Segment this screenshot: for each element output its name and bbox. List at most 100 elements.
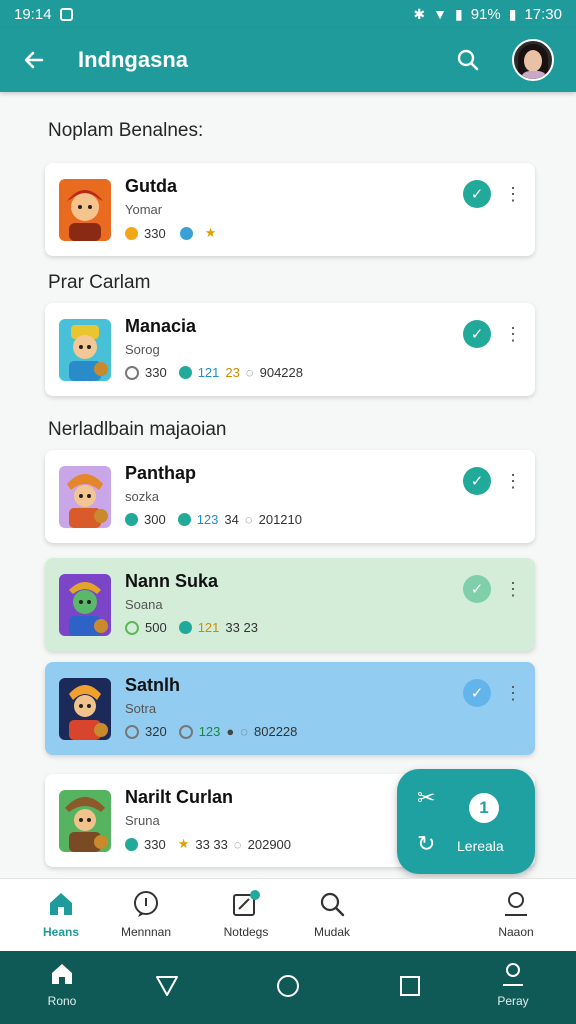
nav-item-home[interactable]: Heans <box>16 887 106 939</box>
game-thumbnail <box>59 574 111 636</box>
stat-value: 123 <box>198 724 221 739</box>
battery-percent: 91% <box>470 5 501 23</box>
list-item[interactable]: Nann Suka Soana 500 121 33 23 ✓ ⋮ <box>45 558 535 651</box>
game-thumbnail <box>59 319 111 381</box>
main-content[interactable]: Noplam Benalnes: Gutda Yomar 330 ★ ✓ ⋮ P… <box>0 92 576 878</box>
section-title: Nerladlbain majaoian <box>48 419 227 440</box>
more-options-icon[interactable]: ⋮ <box>503 180 523 208</box>
stat-value: 33 23 <box>225 620 258 635</box>
system-profile-button[interactable]: Peray <box>478 961 548 1008</box>
nav-label: Heans <box>42 925 80 939</box>
card-title: Panthap <box>125 463 197 483</box>
coin-icon <box>125 226 138 240</box>
avatar[interactable] <box>512 39 554 81</box>
fab-label: Lereala <box>457 838 504 854</box>
nav-label: Naaon <box>498 925 534 939</box>
list-item[interactable]: Satnlh Sotra 320 123 ● ◌ 802228 ✓ ⋮ <box>45 662 535 755</box>
card-subtitle: Yomar <box>125 202 163 217</box>
list-item[interactable]: Manacia Sorog 330 121 23 ◌ 904228 ✓ ⋮ <box>45 303 535 396</box>
bomb-icon: ● <box>226 724 235 739</box>
system-home-circle-button[interactable] <box>253 973 323 1004</box>
back-triangle-icon <box>156 976 178 996</box>
card-title: Satnlh <box>125 675 181 695</box>
more-options-icon[interactable]: ⋮ <box>503 467 523 495</box>
check-button[interactable]: ✓ <box>463 320 491 348</box>
check-button[interactable]: ✓ <box>463 180 491 208</box>
list-item[interactable]: Gutda Yomar 330 ★ ✓ ⋮ <box>45 163 535 256</box>
stat-value: 121 <box>197 620 220 635</box>
person-icon <box>503 963 523 986</box>
nav-item-notes[interactable]: Notdegs <box>201 887 291 939</box>
location-icon: ◌ <box>240 724 248 739</box>
tools-icon[interactable]: ✂ <box>417 785 435 811</box>
nav-item-search[interactable]: Mudak <box>287 887 377 939</box>
gem-icon <box>125 837 138 851</box>
target-icon <box>178 724 193 739</box>
check-button[interactable]: ✓ <box>463 575 491 603</box>
gem-icon <box>125 513 138 526</box>
card-title: Manacia <box>125 316 197 336</box>
status-bar: 19:14 ✱ ▼ ▮ 91% ▮ 17:30 <box>0 0 576 28</box>
card-subtitle: Soana <box>125 597 163 612</box>
nav-item-messages[interactable]: Mennnan <box>101 887 191 939</box>
stat-value: 330 <box>144 836 166 852</box>
stat-value: 500 <box>145 620 167 635</box>
floating-action-panel[interactable]: ✂ ↻ 1 Lereala <box>397 769 535 874</box>
game-thumbnail <box>59 466 111 528</box>
card-subtitle: sozka <box>125 489 159 504</box>
list-item[interactable]: Panthap sozka 300 123 34 ◌ 201210 ✓ ⋮ <box>45 450 535 543</box>
gem-icon <box>179 226 193 240</box>
target-icon <box>125 620 139 635</box>
location-icon: ◌ <box>233 836 242 852</box>
refresh-icon[interactable]: ↻ <box>417 831 435 857</box>
back-button[interactable] <box>14 40 54 80</box>
system-nav-label: Peray <box>497 994 529 1008</box>
nav-label: Notdegs <box>223 925 269 939</box>
message-icon <box>134 891 158 917</box>
arrow-left-icon <box>24 51 44 69</box>
stat-value: 202900 <box>247 836 292 852</box>
search-button[interactable] <box>450 42 486 78</box>
location-icon: ◌ <box>245 365 254 380</box>
bluetooth-icon: ✱ <box>413 5 426 22</box>
location-icon: ◌ <box>244 512 253 527</box>
gem-icon <box>178 621 192 634</box>
stat-value: 34 <box>224 512 239 527</box>
square-recents-icon <box>400 976 420 996</box>
more-options-icon[interactable]: ⋮ <box>503 679 523 707</box>
nav-label: Mudak <box>313 925 351 939</box>
system-home-button[interactable]: Rono <box>27 961 97 1008</box>
more-options-icon[interactable]: ⋮ <box>503 320 523 348</box>
circle-home-icon <box>277 975 299 997</box>
system-recents-button[interactable] <box>375 973 445 1004</box>
bottom-navigation: Heans Mennnan Notdegs Mudak Naaon <box>0 878 576 951</box>
signal-icon: ▮ <box>454 5 463 22</box>
stat-value: 33 33 <box>195 836 228 852</box>
app-bar: Indngasna <box>0 28 576 92</box>
section-title: Prar Carlam <box>48 272 151 293</box>
stat-value: 330 <box>145 365 167 380</box>
more-options-icon[interactable]: ⋮ <box>503 575 523 603</box>
page-title: Indngasna <box>78 47 189 72</box>
stat-value: 121 <box>197 365 220 380</box>
check-button[interactable]: ✓ <box>463 679 491 707</box>
target-icon <box>125 365 139 380</box>
notification-icon <box>59 7 73 21</box>
system-navigation: Rono Peray <box>0 951 576 1024</box>
system-back-button[interactable] <box>132 973 202 1004</box>
game-thumbnail <box>59 678 111 740</box>
search-icon <box>457 49 479 71</box>
wifi-icon: ▼ <box>433 6 447 22</box>
stat-value: 330 <box>144 225 166 241</box>
card-subtitle: Sorog <box>125 342 160 357</box>
home-icon <box>52 964 72 984</box>
status-time: 19:14 <box>14 5 52 23</box>
stat-value: 23 <box>225 365 240 380</box>
stat-value: 201210 <box>258 512 302 527</box>
check-button[interactable]: ✓ <box>463 467 491 495</box>
game-thumbnail <box>59 179 111 241</box>
star-icon: ★ <box>204 225 217 240</box>
gem-icon <box>178 366 192 379</box>
nav-item-profile[interactable]: Naaon <box>471 887 561 939</box>
status-clock: 17:30 <box>524 5 562 23</box>
